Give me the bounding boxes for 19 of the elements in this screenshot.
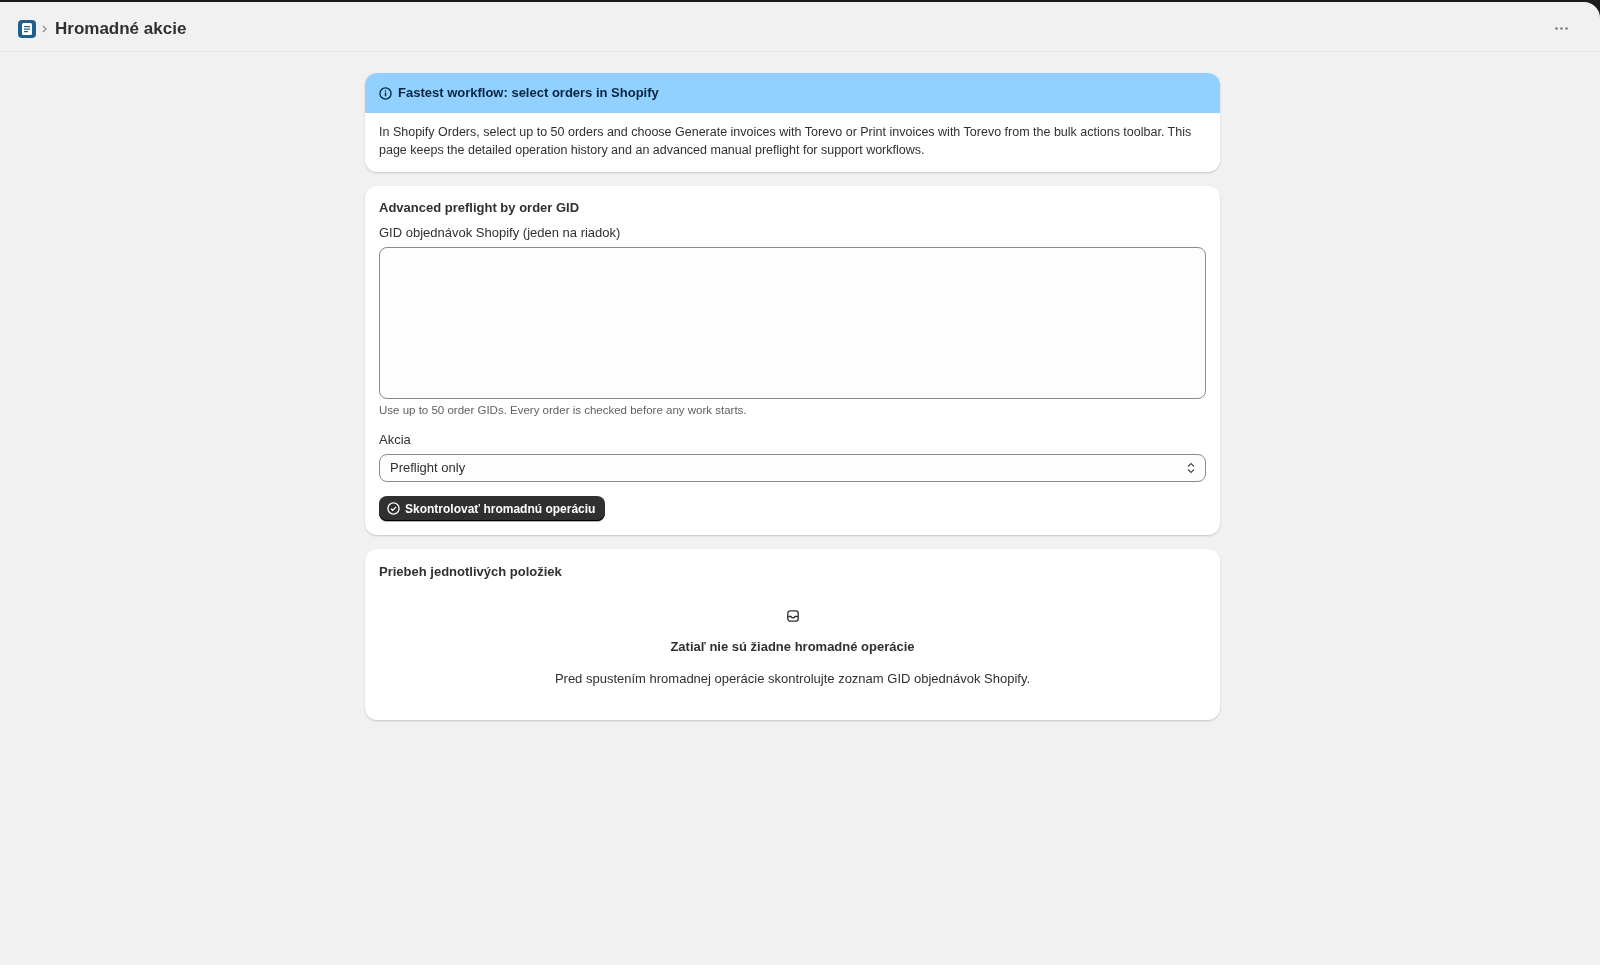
- card-title: Priebeh jednotlivých položiek: [379, 563, 563, 581]
- empty-state-description: Pred spustením hromadnej operácie skontrolujte zoznam GID objednávok Shopify.: [554, 670, 1031, 688]
- action-select[interactable]: Preflight only: [379, 454, 1206, 482]
- field-label: GID objednávok Shopify (jeden na riadok): [379, 224, 622, 242]
- check-circle-icon: [387, 502, 400, 515]
- check-bulk-operation-button[interactable]: Skontrolovať hromadnú operáciu: [379, 496, 606, 521]
- card-title: Advanced preflight by order GID: [379, 199, 581, 217]
- inbox-icon: [786, 610, 799, 622]
- app-logo-icon[interactable]: [18, 19, 36, 38]
- banner-text: In Shopify Orders, select up to 50 orders and choose Generate invoices with Torevo or Print invoices with Torevo from the bulk actions toolbar. This page keeps the detailed operation history and an advanced manual preflight for support workflows.: [378, 124, 1193, 159]
- field-label: Akcia: [379, 431, 412, 449]
- more-options-icon[interactable]: [1555, 27, 1568, 30]
- banner-title: Fastest workflow: select orders in Shopify: [398, 84, 659, 103]
- select-chevrons-icon: [1187, 462, 1195, 474]
- info-icon: [379, 86, 392, 100]
- chevron-right-icon: [42, 24, 47, 33]
- field-help-text: Use up to 50 order GIDs. Every order is checked before any work starts.: [379, 403, 748, 418]
- empty-state-heading: Zatiaľ nie sú žiadne hromadné operácie: [670, 638, 915, 656]
- page-title: Hromadné akcie: [55, 17, 187, 40]
